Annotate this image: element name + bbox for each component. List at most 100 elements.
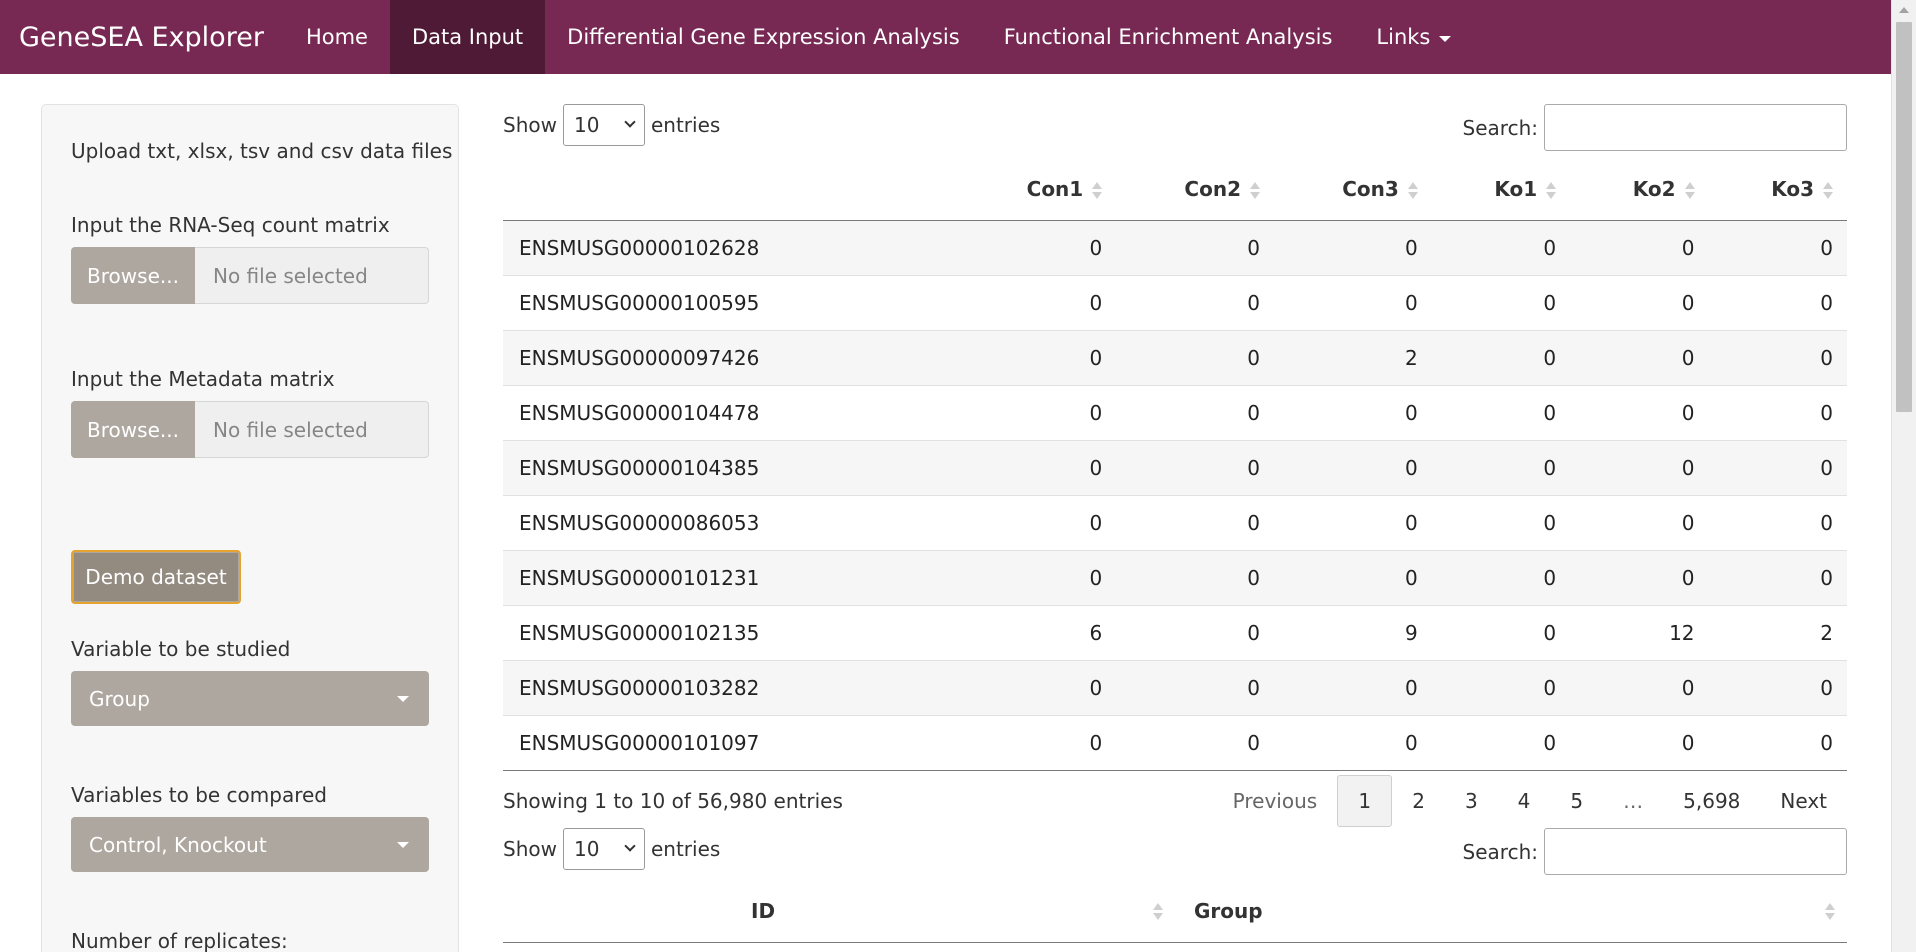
pagination-next[interactable]: Next [1760, 775, 1847, 827]
caret-down-icon [1439, 35, 1452, 42]
count-cell: 0 [1708, 439, 1847, 495]
nav-data-input[interactable]: Data Input [389, 0, 546, 74]
count-browse-button[interactable]: Browse... [71, 247, 195, 304]
count-cell: 0 [1570, 219, 1709, 275]
nav-links-dropdown[interactable]: Links [1354, 0, 1473, 74]
col-header-con3[interactable]: Con3 [1274, 159, 1432, 221]
count-cell: 0 [1570, 329, 1709, 385]
pagination-page-1[interactable]: 1 [1337, 775, 1393, 827]
col-header-con2[interactable]: Con2 [1116, 159, 1274, 221]
variable-studied-value: Group [89, 686, 150, 711]
counts-table: Con1 Con2 Con3 Ko1 Ko2 Ko3 ENSMUSG000001… [503, 159, 1847, 771]
sort-icon [1825, 902, 1835, 922]
vertical-scrollbar[interactable] [1891, 0, 1916, 952]
counts-header-row: Con1 Con2 Con3 Ko1 Ko2 Ko3 [503, 159, 1847, 221]
dropdown-arrow-icon [397, 696, 409, 702]
variable-studied-select[interactable]: Group [71, 671, 429, 726]
table-row[interactable]: ENSMUSG00000104385 0 0 0 0 0 0 [503, 439, 1847, 495]
nav-functional-enrichment[interactable]: Functional Enrichment Analysis [982, 0, 1355, 74]
sort-icon [1153, 902, 1163, 922]
col-header-con1[interactable]: Con1 [958, 159, 1117, 221]
col-header-id[interactable]: ID [503, 881, 1175, 943]
col-header-ko2[interactable]: Ko2 [1570, 159, 1709, 221]
variable-studied-label: Variable to be studied [71, 637, 291, 661]
table-row[interactable]: ENSMUSG00000086053 0 0 0 0 0 0 [503, 494, 1847, 550]
table-row[interactable]: ENSMUSG00000102628 0 0 0 0 0 0 [503, 219, 1847, 275]
scroll-up-arrow-icon[interactable] [1899, 7, 1909, 13]
count-cell: 0 [1431, 384, 1571, 440]
table-row[interactable]: ENSMUSG00000100595 0 0 0 0 0 0 [503, 274, 1847, 330]
count-cell: 0 [958, 494, 1117, 550]
nav-differential-expression[interactable]: Differential Gene Expression Analysis [545, 0, 982, 74]
counts-search: Search: [1463, 104, 1847, 151]
pagination-previous[interactable]: Previous [1213, 775, 1338, 827]
pagination-page-5[interactable]: 5 [1550, 775, 1603, 827]
pagination-page-last[interactable]: 5,698 [1663, 775, 1760, 827]
upload-note: Upload txt, xlsx, tsv and csv data files [71, 139, 453, 163]
metadata-file-name: No file selected [195, 401, 429, 458]
count-cell: 0 [1116, 384, 1274, 440]
table-row[interactable]: ENSMUSG00000103282 0 0 0 0 0 0 [503, 659, 1847, 715]
count-cell: 0 [1431, 219, 1571, 275]
table-row[interactable]: ENSMUSG00000104478 0 0 0 0 0 0 [503, 384, 1847, 440]
sort-icon [1092, 181, 1103, 201]
count-cell: 0 [1274, 219, 1432, 275]
col-header-gene[interactable] [503, 159, 959, 221]
count-cell: 0 [1570, 439, 1709, 495]
count-cell: 0 [1708, 329, 1847, 385]
count-cell: 0 [1431, 659, 1571, 715]
table-row[interactable]: ENSMUSG00000101231 0 0 0 0 0 0 [503, 549, 1847, 605]
gene-id-cell: ENSMUSG00000104385 [503, 439, 959, 495]
nav-home[interactable]: Home [284, 0, 390, 74]
length-value: 10 [573, 837, 600, 861]
count-cell: 0 [1431, 714, 1571, 771]
count-cell: 0 [1570, 714, 1709, 771]
counts-length-select[interactable]: 10 [562, 104, 645, 146]
pagination-page-2[interactable]: 2 [1392, 775, 1445, 827]
demo-dataset-button[interactable]: Demo dataset [71, 550, 241, 604]
count-cell: 0 [1570, 549, 1709, 605]
count-cell: 0 [1708, 659, 1847, 715]
metadata-header-row: ID Group [503, 881, 1847, 943]
show-label: Show [503, 837, 557, 861]
gene-id-cell: ENSMUSG00000101231 [503, 549, 959, 605]
gene-id-cell: ENSMUSG00000100595 [503, 274, 959, 330]
gene-id-cell: ENSMUSG00000104478 [503, 384, 959, 440]
metadata-search-input[interactable] [1544, 828, 1847, 875]
search-label: Search: [1462, 115, 1538, 140]
metadata-file-input: Browse... No file selected [71, 401, 429, 458]
pagination-page-4[interactable]: 4 [1498, 775, 1551, 827]
count-cell: 0 [1274, 384, 1432, 440]
gene-id-cell: ENSMUSG00000103282 [503, 659, 959, 715]
col-header-group[interactable]: Group [1175, 881, 1847, 943]
metadata-length-select[interactable]: 10 [562, 828, 645, 870]
table-row[interactable]: ENSMUSG00000102135 6 0 9 0 12 2 [503, 604, 1847, 660]
sort-icon [1407, 181, 1418, 201]
col-header-ko1[interactable]: Ko1 [1431, 159, 1571, 221]
metadata-browse-button[interactable]: Browse... [71, 401, 195, 458]
count-cell: 0 [1274, 439, 1432, 495]
length-value: 10 [573, 113, 600, 137]
count-matrix-label: Input the RNA-Seq count matrix [71, 213, 390, 237]
app-brand[interactable]: GeneSEA Explorer [0, 0, 284, 74]
sort-icon [1684, 181, 1695, 201]
scrollbar-thumb[interactable] [1896, 22, 1912, 412]
count-cell: 0 [1708, 714, 1847, 771]
count-cell: 0 [958, 274, 1117, 330]
count-cell: 0 [1116, 549, 1274, 605]
gene-id-cell: ENSMUSG00000101097 [503, 714, 959, 771]
count-cell: 12 [1570, 604, 1709, 660]
count-cell: 0 [1431, 439, 1571, 495]
variables-compared-select[interactable]: Control, Knockout [71, 817, 429, 872]
count-cell: 0 [1274, 714, 1432, 771]
col-header-ko3[interactable]: Ko3 [1708, 159, 1847, 221]
count-cell: 0 [1431, 494, 1571, 550]
count-cell: 0 [1708, 219, 1847, 275]
table-row[interactable]: ENSMUSG00000097426 0 0 2 0 0 0 [503, 329, 1847, 385]
counts-search-input[interactable] [1544, 104, 1847, 151]
show-label: Show [503, 113, 557, 137]
table-row[interactable]: ENSMUSG00000101097 0 0 0 0 0 0 [503, 714, 1847, 771]
entries-label: entries [650, 113, 721, 137]
pagination-page-3[interactable]: 3 [1445, 775, 1498, 827]
count-cell: 0 [1274, 274, 1432, 330]
